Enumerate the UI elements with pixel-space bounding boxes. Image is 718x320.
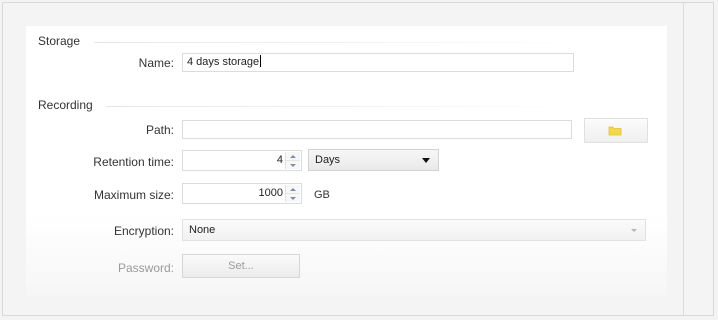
encryption-value: None — [189, 224, 216, 236]
encryption-select[interactable]: None — [182, 219, 646, 241]
encryption-label: Encryption: — [113, 224, 174, 238]
retention-time-stepper[interactable]: 4 — [182, 150, 302, 171]
storage-group-label: Storage — [38, 34, 81, 48]
retention-unit-value: Days — [315, 154, 341, 166]
browse-path-button[interactable] — [584, 118, 648, 143]
panel-divider — [683, 2, 684, 316]
recording-group-divider — [106, 106, 586, 107]
set-password-button[interactable]: Set... — [182, 254, 300, 278]
maximum-size-label: Maximum size: — [93, 188, 174, 202]
password-label: Password: — [117, 261, 174, 275]
folder-icon — [608, 126, 622, 136]
retention-time-value: 4 — [276, 154, 283, 166]
spin-down-icon[interactable] — [286, 161, 300, 169]
name-input[interactable]: 4 days storage — [182, 53, 574, 72]
maximum-size-stepper[interactable]: 1000 — [182, 183, 302, 204]
maximum-size-value: 1000 — [258, 187, 283, 199]
name-label: Name: — [138, 56, 174, 70]
chevron-down-icon — [422, 158, 430, 163]
retention-time-spinner — [285, 152, 300, 169]
storage-group-divider — [94, 42, 594, 43]
chevron-down-icon — [631, 229, 637, 232]
path-input[interactable] — [182, 120, 572, 139]
spin-up-icon[interactable] — [286, 185, 300, 194]
maximum-size-spinner — [285, 185, 300, 202]
spin-down-icon[interactable] — [286, 194, 300, 202]
retention-unit-select[interactable]: Days — [308, 149, 439, 171]
name-input-value: 4 days storage — [187, 56, 260, 68]
text-caret — [260, 55, 262, 67]
maximum-size-unit: GB — [314, 189, 330, 201]
recording-group-label: Recording — [38, 98, 93, 112]
spin-up-icon[interactable] — [286, 152, 300, 161]
storage-settings-panel: Storage Name: 4 days storage Recording P… — [26, 26, 667, 296]
retention-time-label: Retention time: — [93, 155, 174, 169]
path-label: Path: — [145, 123, 174, 137]
